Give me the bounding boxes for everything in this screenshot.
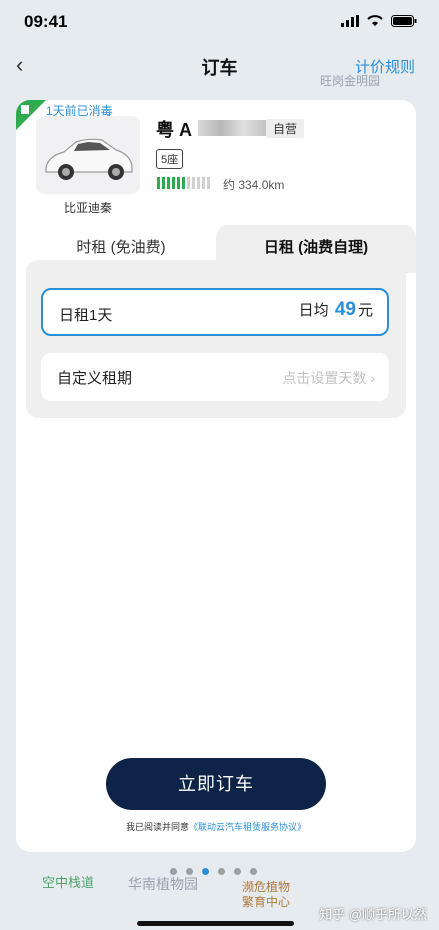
option-custom-hint: 点击设置天数 › (282, 370, 375, 386)
battery-segment (197, 177, 200, 189)
page-dot-active (202, 868, 209, 875)
price-prefix: 日均 (298, 302, 329, 319)
battery-segment (202, 177, 205, 189)
plate-mask (198, 120, 266, 136)
option-one-day-label: 日租1天 (59, 307, 113, 324)
price-unit: 元 (357, 302, 373, 319)
battery-segment (177, 177, 180, 189)
home-indicator (137, 921, 294, 926)
battery-segment (157, 177, 160, 189)
battery-icon (391, 15, 417, 27)
watermark: 知乎 @顺乎所以然 (319, 907, 427, 922)
page-dot (218, 868, 225, 875)
status-bar: 09:41 (0, 0, 439, 46)
agreement-text: 我已阅读并同意《联动云汽车租赁服务协议》 (16, 820, 416, 833)
map-label-walkway: 空中栈道 (42, 875, 95, 890)
option-one-day[interactable]: 日租1天 日均 49 元 (41, 288, 389, 336)
page-dot (186, 868, 193, 875)
daily-options-panel: 日租1天 日均 49 元 自定义租期 点击设置天数 › (26, 272, 406, 418)
pricing-rules-link[interactable]: 计价规则 (355, 56, 415, 77)
car-model-name: 比亚迪秦 (63, 201, 112, 215)
battery-segment (192, 177, 195, 189)
rental-tabs: 时租 (免油费) 日租 (油费自理) (26, 225, 416, 273)
price-value: 49 (334, 299, 356, 320)
battery-segment (187, 177, 190, 189)
self-operated-badge: 自营 (266, 119, 305, 138)
seats-badge: 5座 (156, 149, 184, 169)
tab-hourly[interactable]: 时租 (免油费) (26, 225, 216, 273)
car-icon (45, 138, 133, 180)
battery-segment (172, 177, 175, 189)
option-one-day-price: 日均 49 元 (299, 299, 373, 321)
signal-icon (341, 15, 359, 27)
status-time: 09:41 (24, 12, 68, 31)
battery-segment (207, 177, 210, 189)
battery-segment (162, 177, 165, 189)
battery-segment (182, 177, 185, 189)
page-dot (250, 868, 257, 875)
agreement-prefix: 我已阅读并同意 (125, 822, 189, 832)
tab-daily[interactable]: 日租 (油费自理) (216, 225, 416, 273)
page-dot (234, 868, 241, 875)
option-custom-label: 自定义租期 (57, 370, 133, 387)
battery-level-bar (157, 177, 210, 189)
order-card: 1天前已消毒 比亚迪秦 粤 A 自营 5座 约 334.0km 时租 (免油费)… (16, 100, 416, 852)
license-plate: 粤 A (156, 120, 192, 140)
status-icons (341, 15, 417, 27)
nav-bar: ‹ 订车 计价规则 (0, 48, 439, 86)
wifi-icon (367, 15, 383, 26)
car-image (36, 116, 140, 194)
page-dot (170, 868, 177, 875)
option-custom-period[interactable]: 自定义租期 点击设置天数 › (41, 353, 389, 401)
map-label-center: 繁育中心 (242, 895, 291, 909)
map-label-garden: 华南植物园 (128, 876, 198, 892)
battery-segment (167, 177, 170, 189)
agreement-link[interactable]: 《联动云汽车租赁服务协议》 (189, 822, 306, 832)
order-now-button[interactable]: 立即订车 (106, 758, 326, 810)
range-text: 约 334.0km (223, 178, 285, 192)
page-dots (170, 868, 257, 875)
